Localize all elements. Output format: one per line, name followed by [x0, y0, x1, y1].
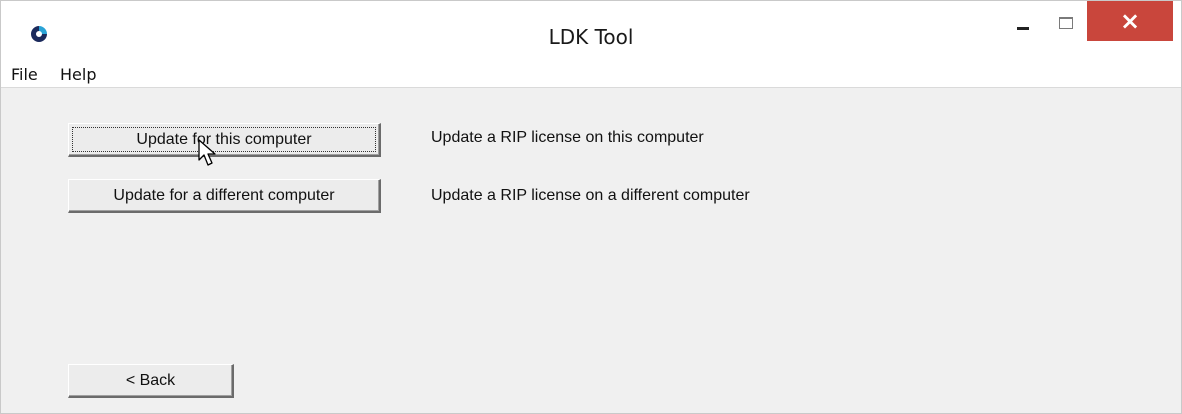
- update-different-computer-description: Update a RIP license on a different comp…: [431, 187, 750, 204]
- close-button[interactable]: ×: [1087, 1, 1173, 41]
- mouse-pointer-icon: [198, 139, 216, 166]
- title-bar: LDK Tool ×: [1, 1, 1181, 61]
- back-button[interactable]: < Back: [68, 364, 234, 398]
- close-icon: ×: [1119, 7, 1141, 35]
- minimize-button[interactable]: [1005, 1, 1045, 41]
- ldk-tool-window: LDK Tool × File Help Update for this com…: [0, 0, 1182, 414]
- update-this-computer-description: Update a RIP license on this computer: [431, 129, 704, 146]
- menu-bar: File Help: [1, 61, 1181, 88]
- minimize-icon: [1017, 27, 1029, 30]
- back-label: < Back: [125, 372, 176, 389]
- menu-help[interactable]: Help: [60, 65, 96, 84]
- update-this-computer-label: Update for this computer: [136, 131, 312, 148]
- menu-file[interactable]: File: [11, 65, 38, 84]
- maximize-button[interactable]: [1047, 1, 1087, 41]
- update-this-computer-button[interactable]: Update for this computer: [68, 123, 381, 157]
- update-different-computer-button[interactable]: Update for a different computer: [68, 179, 381, 213]
- window-title: LDK Tool: [548, 25, 634, 49]
- update-different-computer-label: Update for a different computer: [113, 187, 335, 204]
- maximize-icon: [1059, 17, 1073, 29]
